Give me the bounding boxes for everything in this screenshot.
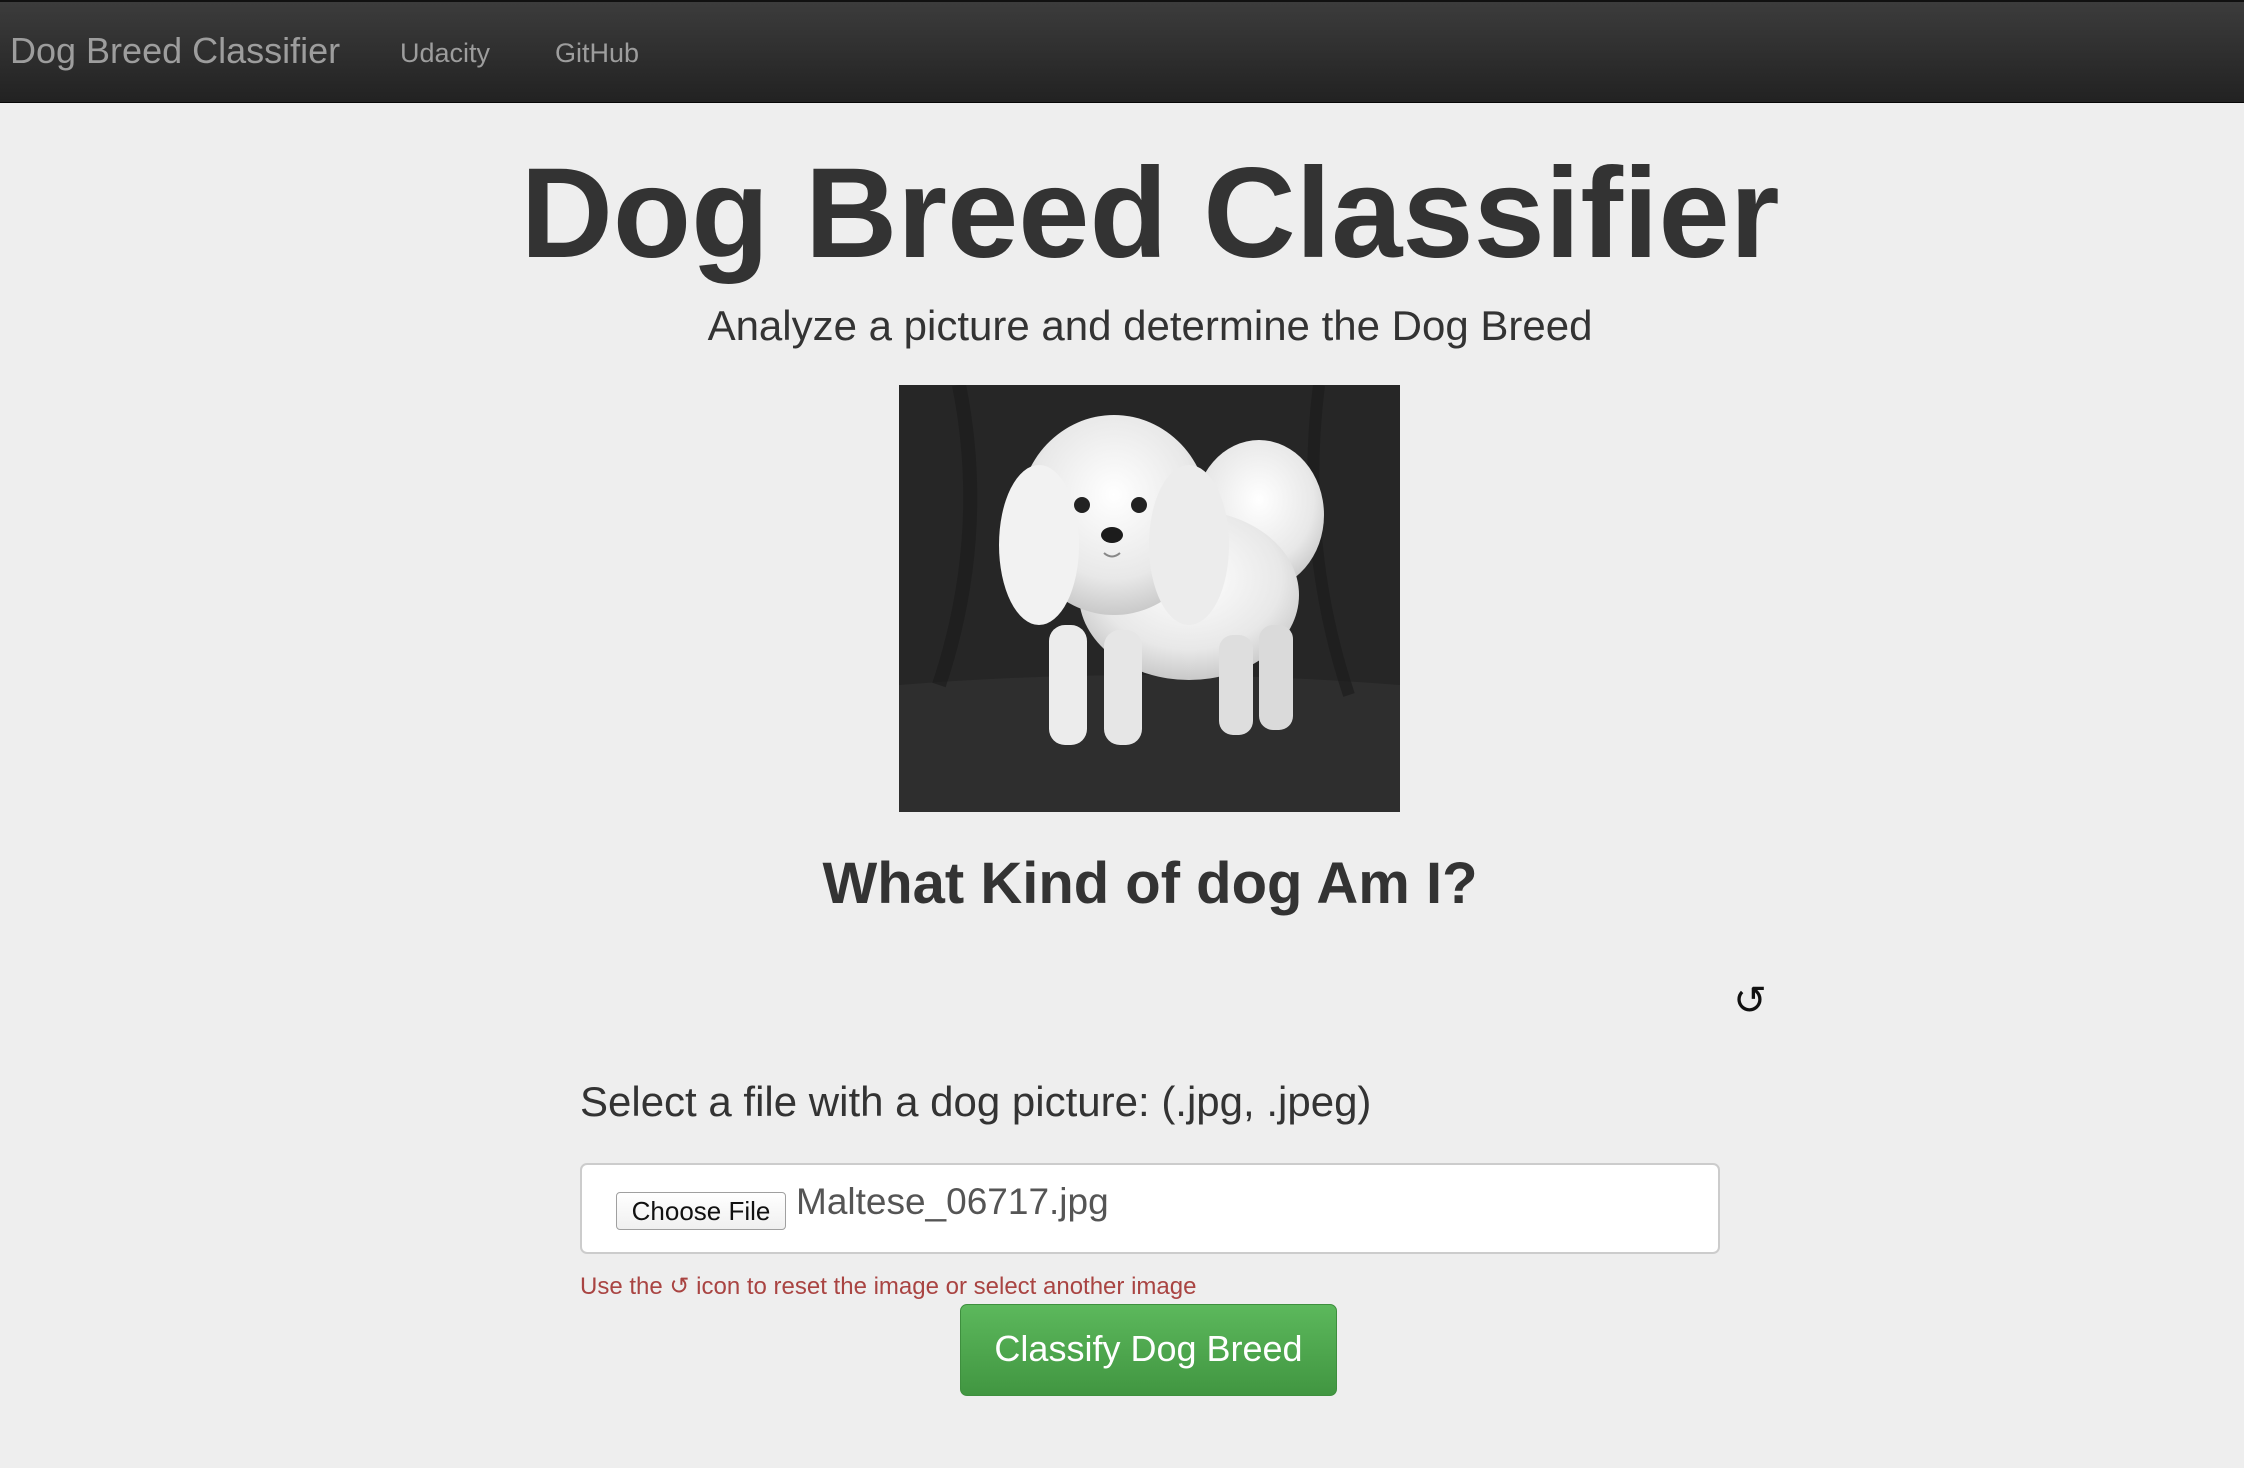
classify-button[interactable]: Classify Dog Breed xyxy=(960,1304,1337,1396)
reset-icon[interactable]: ↺ xyxy=(1729,980,1771,1022)
file-input[interactable]: Choose File Maltese_06717.jpg xyxy=(580,1163,1720,1254)
navbar-brand[interactable]: Dog Breed Classifier xyxy=(10,30,340,72)
file-input-label: Select a file with a dog picture: (.jpg,… xyxy=(580,1078,1372,1125)
dog-photo xyxy=(899,385,1400,812)
help-text: Use the ↺ icon to reset the image or sel… xyxy=(580,1273,1197,1300)
top-navbar: Dog Breed Classifier Udacity GitHub xyxy=(0,0,2244,103)
page-subtitle: Analyze a picture and determine the Dog … xyxy=(707,302,1593,349)
question-heading: What Kind of dog Am I? xyxy=(822,851,1478,916)
choose-file-button[interactable]: Choose File xyxy=(616,1192,786,1230)
nav-link-github[interactable]: GitHub xyxy=(555,38,639,69)
nav-link-udacity[interactable]: Udacity xyxy=(400,38,490,69)
page-title: Dog Breed Classifier xyxy=(520,142,1780,285)
selected-file-name: Maltese_06717.jpg xyxy=(796,1181,1109,1222)
dog-illustration xyxy=(899,385,1400,812)
